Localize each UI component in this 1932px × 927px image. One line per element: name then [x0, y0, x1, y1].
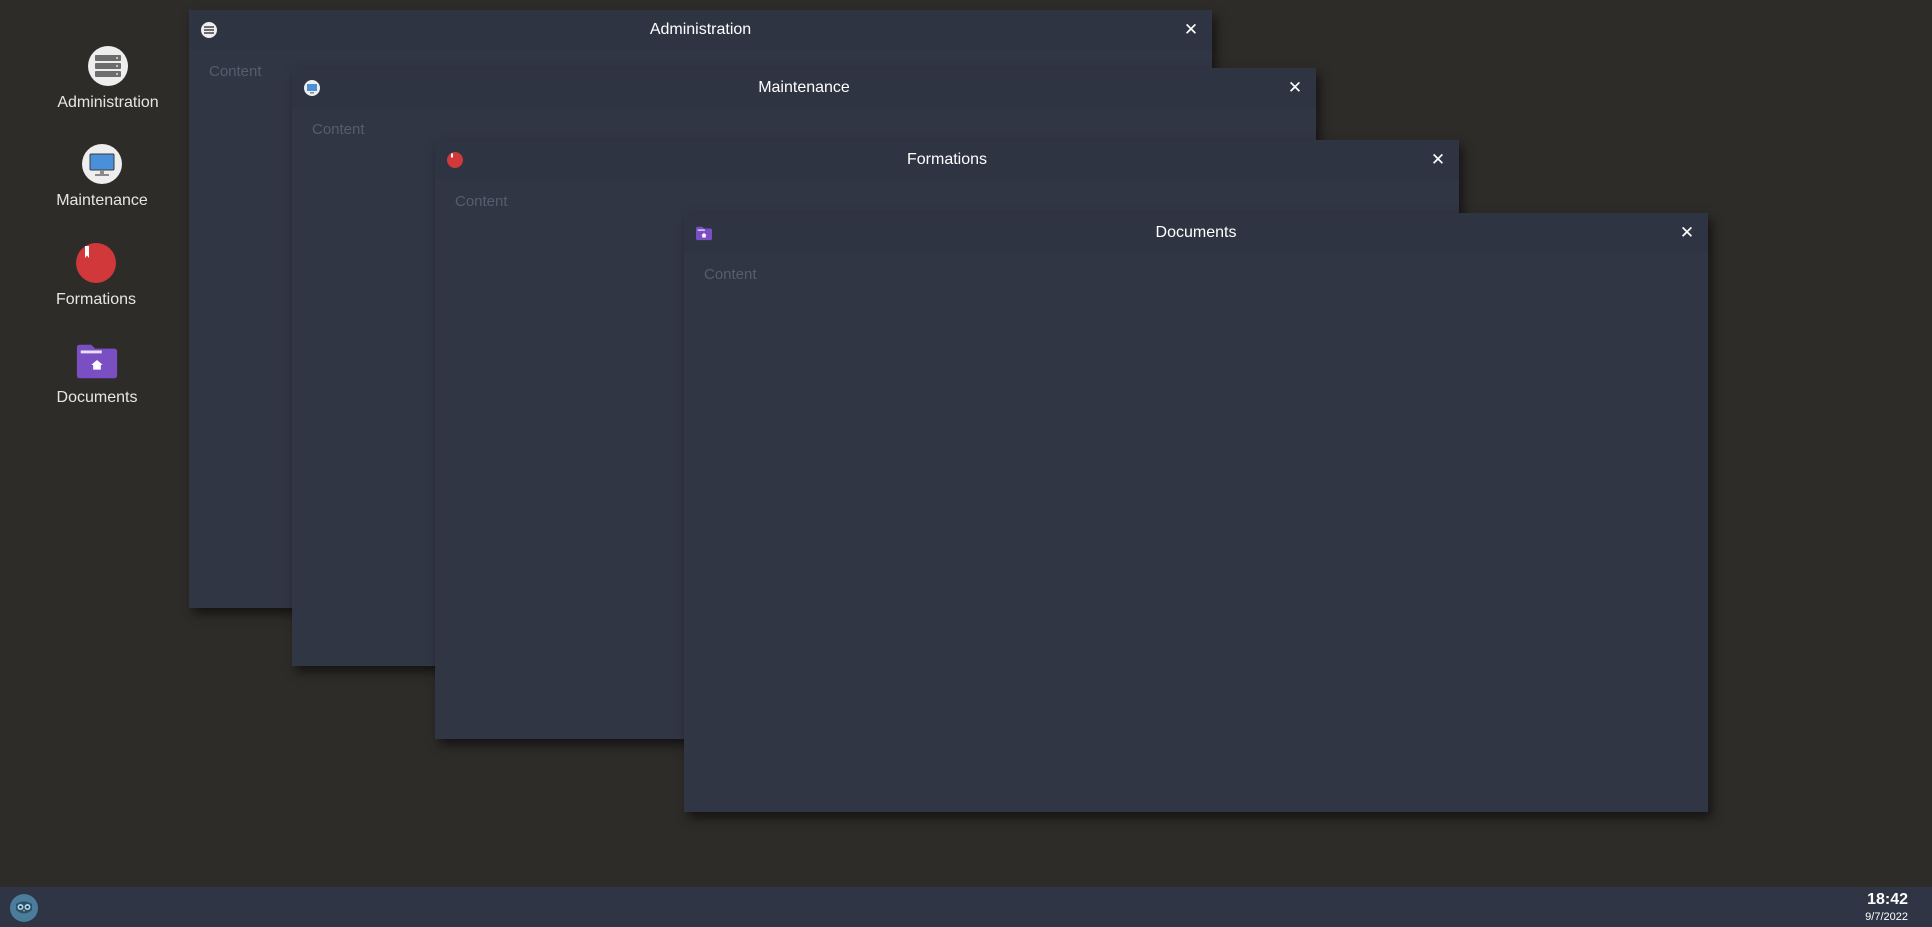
close-icon[interactable]: ✕: [1180, 19, 1202, 41]
window-content: Content: [704, 266, 757, 283]
window-title: Maintenance: [758, 79, 850, 96]
window-title: Administration: [649, 21, 752, 38]
start-button[interactable]: [10, 894, 38, 922]
window-titlebar[interactable]: Administration ✕: [189, 10, 1212, 50]
desktop: Administration Maintenance Formations Do…: [0, 0, 1932, 887]
bookmark-icon: [74, 241, 118, 285]
window-documents[interactable]: Documents ✕ Content: [684, 213, 1708, 812]
desktop-icon-documents[interactable]: Documents: [47, 339, 147, 407]
clock-date: 9/7/2022: [1865, 911, 1908, 923]
server-icon: [86, 44, 130, 88]
close-icon[interactable]: ✕: [1427, 149, 1449, 171]
desktop-icon-administration[interactable]: Administration: [56, 44, 160, 112]
clock[interactable]: 18:42 9/7/2022: [1865, 890, 1908, 924]
owl-icon: [11, 895, 37, 921]
desktop-icon-label: Maintenance: [56, 192, 148, 209]
monitor-icon: [80, 142, 124, 186]
window-title: Documents: [1155, 224, 1237, 241]
taskbar: 18:42 9/7/2022: [0, 887, 1932, 927]
clock-time: 18:42: [1867, 891, 1908, 908]
desktop-icon-maintenance[interactable]: Maintenance: [52, 142, 152, 210]
bookmark-icon: [447, 152, 463, 168]
folder-home-icon: [75, 339, 119, 383]
close-icon[interactable]: ✕: [1284, 77, 1306, 99]
desktop-icon-formations[interactable]: Formations: [46, 241, 146, 309]
desktop-icon-label: Formations: [55, 291, 137, 308]
server-icon: [201, 22, 217, 38]
window-titlebar[interactable]: Maintenance ✕: [292, 68, 1316, 108]
close-icon[interactable]: ✕: [1676, 222, 1698, 244]
desktop-icon-label: Documents: [56, 389, 138, 406]
folder-home-icon: [696, 225, 712, 241]
window-title: Formations: [906, 151, 988, 168]
window-titlebar[interactable]: Documents ✕: [684, 213, 1708, 253]
window-titlebar[interactable]: Formations ✕: [435, 140, 1459, 180]
desktop-icon-label: Administration: [57, 94, 159, 111]
monitor-icon: [304, 80, 320, 96]
